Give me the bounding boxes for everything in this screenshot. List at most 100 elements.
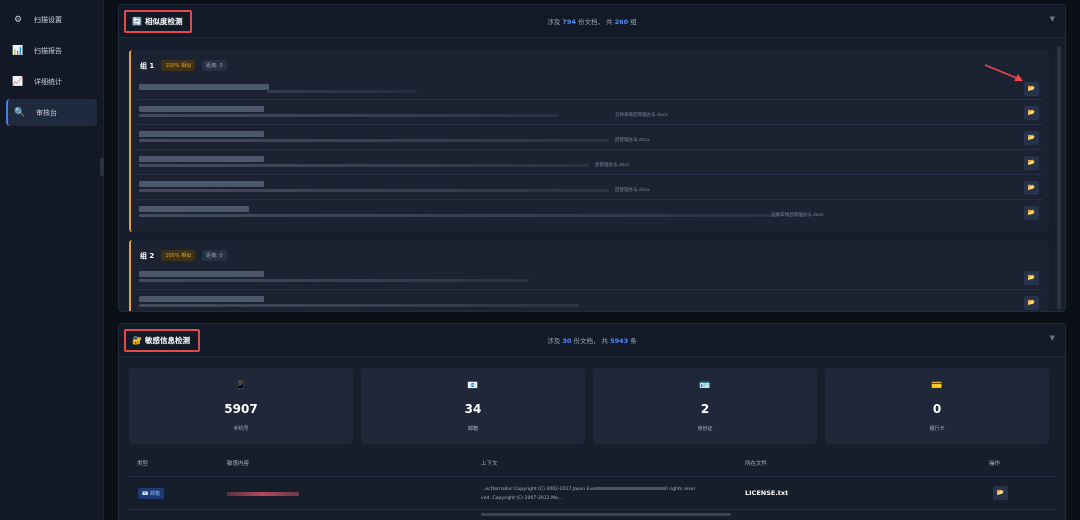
stat-value: 0 xyxy=(932,402,942,416)
file-row: 后管理办法.docx 📂 xyxy=(137,176,1043,200)
phone-icon: 📱 xyxy=(235,381,247,391)
line-chart-icon: 📈 xyxy=(12,76,24,87)
sidebar-item-label: 扫描报告 xyxy=(34,46,62,55)
similarity-panel-header[interactable]: 🔄 相似度检测 涉及 794 份文档， 共 260 组 ▼ xyxy=(119,5,1065,38)
file-reference[interactable]: LICENSE.txt xyxy=(745,489,788,497)
similarity-summary: 涉及 794 份文档， 共 260 组 xyxy=(119,16,1065,26)
context-line: ved. Copyright (C) 2007-2012 Mo... xyxy=(481,496,563,501)
sidebar: ⚙ 扫描设置 📊 扫描报告 📈 详细统计 🔍 审核台 xyxy=(0,0,104,520)
bank-card-icon: 💳 xyxy=(931,381,943,391)
summary-suffix: 组 xyxy=(630,18,637,26)
redacted-path xyxy=(139,106,264,112)
sensitive-summary: 涉及 30 份文档， 共 5943 条 xyxy=(119,335,1065,345)
column-header: 所在文件 xyxy=(745,461,768,467)
group-header: 组 1 100% 相似 距离: 0 xyxy=(140,60,227,71)
file-row: 📂 xyxy=(137,76,1043,100)
type-label: 邮箱 xyxy=(149,491,160,497)
redacted-path xyxy=(139,181,264,187)
match-badge: 100% 相似 xyxy=(161,250,196,261)
redacted-path xyxy=(139,271,264,277)
stat-card-id: 🪪 2 身份证 xyxy=(593,368,817,444)
gear-icon: ⚙ xyxy=(13,14,23,25)
redacted-path xyxy=(139,131,264,137)
app-root: ⚙ 扫描设置 📊 扫描报告 📈 详细统计 🔍 审核台 🔄 相似度检测 涉及 79… xyxy=(0,0,1080,520)
file-row: 怎样拿钱后管理办法.docx 📂 xyxy=(137,201,1043,225)
sidebar-resize-handle[interactable] xyxy=(100,158,104,176)
mail-icon: 📧 xyxy=(467,381,479,391)
redacted-path xyxy=(139,156,264,162)
redacted-context xyxy=(481,513,731,516)
file-name: 后管理办法.docx xyxy=(615,138,650,143)
sidebar-item-scan-report[interactable]: 📊 扫描报告 xyxy=(6,37,97,64)
redacted-sensitive-content xyxy=(227,492,299,496)
collapse-chevron-icon[interactable]: ▼ xyxy=(1050,334,1055,342)
open-folder-button[interactable]: 📂 xyxy=(1024,131,1039,145)
stat-label: 手机号 xyxy=(233,426,249,432)
summary-prefix: 涉及 xyxy=(547,337,561,345)
similarity-body: 组 1 100% 相似 距离: 0 📂 怎样拿钱后管理办法.docx 📂 后管理… xyxy=(119,38,1065,311)
distance-badge: 距离: 0 xyxy=(202,60,227,71)
collapse-chevron-icon[interactable]: ▼ xyxy=(1050,15,1055,23)
sidebar-item-label: 扫描设置 xyxy=(34,15,62,24)
summary-prefix: 涉及 xyxy=(547,18,561,26)
distance-badge: 距离: 0 xyxy=(202,250,227,261)
column-header: 上下文 xyxy=(481,461,498,467)
sidebar-item-detailed-stats[interactable]: 📈 详细统计 xyxy=(6,68,97,95)
sidebar-item-scan-settings[interactable]: ⚙ 扫描设置 xyxy=(6,6,97,33)
sensitive-panel-header[interactable]: 🔐 敏感信息检测 涉及 30 份文档， 共 5943 条 ▼ xyxy=(119,324,1065,357)
redacted-path xyxy=(139,114,559,117)
similarity-panel: 🔄 相似度检测 涉及 794 份文档， 共 260 组 ▼ 组 1 100% 相… xyxy=(118,4,1066,312)
open-folder-button[interactable]: 📂 xyxy=(1024,296,1039,310)
redacted-path xyxy=(139,189,609,192)
stat-value: 2 xyxy=(700,402,710,416)
scrollbar[interactable] xyxy=(1057,46,1061,310)
stat-label: 身份证 xyxy=(697,426,713,432)
redacted-path xyxy=(139,304,579,307)
summary-suffix: 条 xyxy=(630,337,637,345)
open-folder-button[interactable]: 📂 xyxy=(1024,206,1039,220)
stat-value: 34 xyxy=(464,402,482,416)
match-badge: 100% 相似 xyxy=(161,60,196,71)
stat-card-phone: 📱 5907 手机号 xyxy=(129,368,353,444)
magnifier-icon: 🔍 xyxy=(14,107,26,118)
open-folder-button[interactable]: 📂 xyxy=(1024,106,1039,120)
column-header: 敏感内容 xyxy=(227,461,250,467)
doc-count: 30 xyxy=(562,337,572,345)
open-folder-button[interactable]: 📂 xyxy=(1024,156,1039,170)
open-folder-button[interactable]: 📂 xyxy=(993,486,1008,500)
group-name: 组 1 xyxy=(140,61,155,70)
bar-chart-icon: 📊 xyxy=(12,45,24,56)
stat-cards: 📱 5907 手机号 📧 34 邮箱 🪪 2 身份证 💳 0 银行卡 xyxy=(129,368,1049,444)
file-name: 怎样拿钱后管理办法.docx xyxy=(771,213,824,218)
summary-mid: 份文档， 共 xyxy=(577,18,613,26)
table-row xyxy=(129,510,1055,520)
file-name: 后管理办法.docx xyxy=(615,188,650,193)
file-row: 📂 xyxy=(137,266,1043,290)
similarity-group: 组 2 100% 相似 距离: 0 📂 📂 xyxy=(129,240,1049,311)
context-text: ...ec[ternalInc Copyright (C) 2002-2017 … xyxy=(481,485,711,503)
sensitive-panel: 🔐 敏感信息检测 涉及 30 份文档， 共 5943 条 ▼ 📱 5907 手机… xyxy=(118,323,1066,520)
stat-card-bank: 💳 0 银行卡 xyxy=(825,368,1049,444)
context-line: ll rights reser xyxy=(665,487,696,492)
file-name: 后管理办法.docx xyxy=(595,163,630,168)
stat-value: 5907 xyxy=(224,402,258,416)
summary-mid: 份文档， 共 xyxy=(573,337,609,345)
file-row: 后管理办法.docx 📂 xyxy=(137,151,1043,175)
redacted-path xyxy=(139,296,264,302)
mail-icon: 📧 xyxy=(142,491,149,497)
id-card-icon: 🪪 xyxy=(699,381,711,391)
group-header: 组 2 100% 相似 距离: 0 xyxy=(140,250,227,261)
redacted-path xyxy=(139,84,269,90)
stat-label: 银行卡 xyxy=(929,426,945,432)
open-folder-button[interactable]: 📂 xyxy=(1024,271,1039,285)
file-name: 怎样拿钱后管理办法.docx xyxy=(615,113,668,118)
type-badge: 📧 邮箱 xyxy=(138,488,164,499)
stat-card-email: 📧 34 邮箱 xyxy=(361,368,585,444)
redacted-path xyxy=(139,279,529,282)
open-folder-button[interactable]: 📂 xyxy=(1024,181,1039,195)
group-name: 组 2 xyxy=(140,251,155,260)
redacted-path xyxy=(139,214,779,217)
table-row: 📧 邮箱 ...ec[ternalInc Copyright (C) 2002-… xyxy=(129,476,1055,510)
similarity-group: 组 1 100% 相似 距离: 0 📂 怎样拿钱后管理办法.docx 📂 后管理… xyxy=(129,50,1049,232)
sidebar-item-review-desk[interactable]: 🔍 审核台 xyxy=(6,99,97,126)
